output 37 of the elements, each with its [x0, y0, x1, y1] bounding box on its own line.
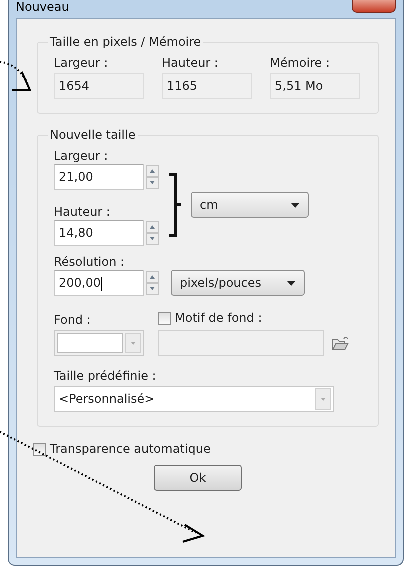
caret-icon — [320, 398, 326, 400]
checkbox-label: Motif de fond : — [175, 310, 262, 326]
folder-icon[interactable] — [332, 336, 350, 352]
ok-button[interactable]: Ok — [154, 465, 242, 491]
preset-dropdown[interactable]: <Personnalisé> — [54, 386, 334, 412]
field-label: Résolution : — [54, 254, 126, 270]
readonly-field: 5,51 Mo — [270, 73, 360, 99]
field-label: Taille prédéfinie : — [54, 368, 158, 384]
resolution-unit-dropdown[interactable]: pixels/pouces — [171, 270, 305, 296]
group-title: Nouvelle taille — [49, 128, 137, 142]
spin-buttons[interactable] — [146, 271, 159, 295]
field-label: Largeur : — [54, 55, 110, 71]
close-button[interactable] — [352, 0, 396, 13]
field-label: Hauteur : — [162, 55, 220, 71]
link-bracket-icon — [169, 173, 181, 237]
caret-icon — [291, 202, 300, 208]
group-title: Taille en pixels / Mémoire — [49, 35, 202, 49]
caret-icon — [130, 342, 136, 344]
height-field[interactable]: 14,80 — [54, 220, 144, 246]
caret-icon — [287, 280, 296, 286]
spin-buttons[interactable] — [146, 165, 159, 189]
pointer-arrow — [0, 61, 32, 91]
readonly-field: 1165 — [162, 73, 252, 99]
checkbox-label: Transparence automatique — [50, 441, 211, 457]
checkbox[interactable] — [33, 442, 46, 456]
unit-dropdown[interactable]: cm — [191, 192, 309, 218]
field-label: Largeur : — [54, 148, 110, 164]
field-label: Fond : — [54, 312, 92, 328]
color-dropdown[interactable] — [54, 330, 144, 356]
field-label: Mémoire : — [270, 55, 332, 71]
checkbox[interactable] — [158, 312, 171, 324]
readonly-field: 1654 — [54, 73, 144, 99]
width-field[interactable]: 21,00 — [54, 164, 144, 190]
spin-buttons[interactable] — [146, 221, 159, 245]
window-title: Nouveau — [16, 0, 70, 14]
resolution-field[interactable]: 200,00 — [54, 270, 144, 296]
field-label: Hauteur : — [54, 204, 112, 220]
